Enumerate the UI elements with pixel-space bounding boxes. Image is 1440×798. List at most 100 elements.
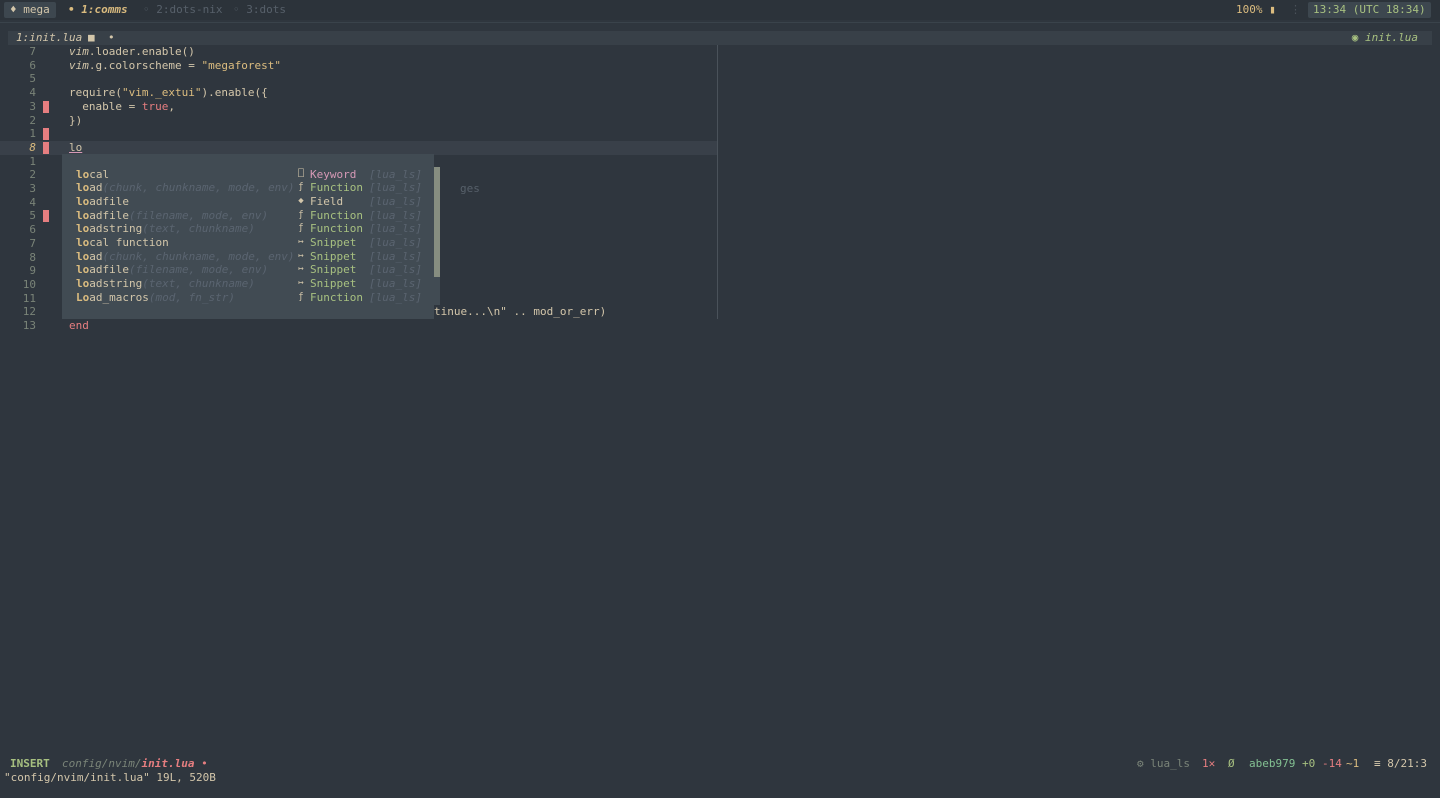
completion-rest: cal function	[89, 236, 169, 249]
code-string: "megaforest"	[201, 58, 281, 72]
code-line-current[interactable]: lo	[0, 141, 717, 155]
completion-kind: Function	[310, 222, 363, 236]
tmux-window-2[interactable]: ◦ 2:dots-nix	[143, 2, 222, 18]
line-number: 5	[29, 209, 36, 223]
completion-source: [lua_ls]	[369, 181, 422, 195]
line-number: 12	[22, 305, 36, 319]
modified-icon: ■	[88, 31, 95, 44]
code-line-4[interactable]: require("vim._extui").enable({	[0, 86, 717, 100]
completion-kind: Field	[310, 194, 344, 208]
completion-item[interactable]: loadstring(text, chunkname) ↦ Snippet [lua_…	[62, 277, 434, 291]
completion-item[interactable]: local function ↦ Snippet [lua_ls]	[62, 236, 434, 250]
line-number: 3	[29, 182, 36, 195]
completion-rest: adstring	[89, 277, 143, 291]
completion-label: local	[76, 168, 109, 182]
completion-source: [lua_ls]	[369, 277, 422, 291]
battery-indicator: 100% ▮	[1236, 3, 1276, 16]
completion-label: local function	[76, 236, 169, 250]
completion-match: lo	[76, 167, 90, 181]
git-branch[interactable]: abeb979	[1249, 757, 1295, 771]
completion-label: load(chunk, chunkname, mode, env)	[76, 250, 295, 264]
code-string: "vim._extui"	[121, 86, 202, 100]
snippet-kind-icon: ↦	[298, 278, 304, 289]
tmux-divider	[0, 22, 1440, 23]
code-fragment: tinue...\n" .. mod_or_err)	[434, 305, 607, 318]
completion-popup[interactable]: local ⎕ Keyword [lua_ls] load(chunk, chunkna…	[62, 154, 434, 319]
completion-kind: Snippet	[310, 263, 357, 277]
snippet-kind-icon: ↦	[298, 237, 304, 247]
completion-item[interactable]: loadfile(filename, mode, env) ƒ Function [l…	[62, 209, 434, 223]
completion-rest: ad	[89, 181, 103, 195]
code-token: .g.colorscheme =	[88, 58, 202, 72]
vertical-split-divider[interactable]	[717, 45, 718, 319]
completion-source: [lua_ls]	[369, 208, 422, 222]
code-token: ).enable({	[201, 86, 268, 100]
code-line-5[interactable]: enable = true,	[0, 100, 717, 114]
completion-kind: Snippet	[310, 249, 357, 263]
completion-item[interactable]: loadfile(filename, mode, env) ↦ Snippet [lu…	[62, 263, 434, 277]
completion-label: loadfile	[76, 195, 129, 209]
command-line[interactable]: "config/nvim/init.lua" 19L, 520B	[4, 771, 216, 785]
completion-rest: adfile	[89, 194, 129, 208]
completion-rest: ad	[89, 249, 103, 263]
completion-label: loadstring(text, chunkname)	[76, 222, 255, 236]
completion-kind: Function	[310, 208, 363, 222]
code-keyword: end	[69, 319, 89, 333]
completion-item[interactable]: load(chunk, chunkname, mode, env) ↦ Snippe…	[62, 250, 434, 264]
completion-match: lo	[76, 249, 90, 263]
tmux-window-3[interactable]: ◦ 3:dots	[233, 2, 286, 18]
completion-match: lo	[76, 222, 90, 236]
line-number: 1	[29, 154, 36, 168]
winbar-title[interactable]: 1:init.lua	[16, 31, 82, 45]
cursor-position: ≡ 8/21:3	[1374, 757, 1427, 770]
diagnostics-count[interactable]: 1✕	[1202, 757, 1215, 771]
tmux-clock: 13:34 (UTC 18:34)	[1308, 2, 1431, 18]
winbar-filename[interactable]: ◉ init.lua	[1352, 31, 1418, 45]
completion-item[interactable]: loadstring(text, chunkname) ƒ Function [lua…	[62, 222, 434, 236]
completion-item[interactable]: Load_macros(mod, fn_str) ƒ Function [lua_ls…	[62, 291, 434, 305]
file-path-name: init.lua	[141, 757, 195, 770]
completion-detail: (filename, mode, env)	[129, 263, 269, 277]
completion-detail: (filename, mode, env)	[129, 208, 269, 222]
completion-source: [lua_ls]	[369, 249, 422, 263]
completion-rest: adstring	[89, 222, 143, 236]
typed-text: lo	[69, 140, 83, 154]
lsp-status[interactable]: ⚙ lua_ls	[1137, 757, 1190, 771]
code-line-2[interactable]: vim.g.colorscheme = "megaforest"	[0, 59, 717, 73]
completion-source: [lua_ls]	[369, 236, 422, 249]
code-token: enable =	[69, 99, 142, 113]
completion-detail: (mod, fn_str)	[148, 290, 235, 304]
winbar: 1:init.lua ■ • ◉ init.lua	[8, 31, 1432, 45]
completion-item[interactable]: local ⎕ Keyword [lua_ls]	[62, 168, 434, 182]
completion-kind: Function	[310, 181, 363, 195]
line-number: 6	[29, 223, 36, 237]
line-number: 9	[29, 264, 36, 278]
winbar-dot: •	[108, 31, 115, 44]
field-kind-icon: ◆	[298, 195, 304, 206]
completion-kind: Function	[310, 290, 363, 304]
function-kind-icon: ƒ	[298, 223, 304, 234]
code-line-6[interactable]: })	[0, 114, 717, 128]
completion-rest: adfile	[89, 208, 129, 222]
completion-item[interactable]: loadfile ◆ Field [lua_ls]	[62, 195, 434, 209]
completion-source: [lua_ls]	[369, 222, 422, 236]
tmux-window-1[interactable]: • 1:comms	[68, 2, 128, 18]
completion-scrollbar-thumb[interactable]	[434, 167, 440, 277]
gutter-row: 5	[0, 72, 717, 86]
line-number: 11	[22, 291, 36, 305]
tmux-session[interactable]: ♦ mega	[4, 2, 56, 18]
completion-rest: ad_macros	[89, 290, 149, 304]
code-line-1[interactable]: vim.loader.enable()	[0, 45, 717, 59]
keyword-kind-icon: ⎕	[298, 168, 304, 179]
completion-detail: (chunk, chunkname, mode, env)	[102, 181, 295, 195]
code-token: })	[69, 113, 83, 127]
git-change-sign	[43, 128, 49, 141]
completion-item[interactable]: load(chunk, chunkname, mode, env) ƒ Functi…	[62, 181, 434, 195]
completion-label: loadstring(text, chunkname)	[76, 277, 255, 291]
completion-rest: adfile	[89, 263, 129, 277]
completion-label: Load_macros(mod, fn_str)	[76, 291, 235, 305]
code-line-end[interactable]: end	[0, 319, 717, 333]
git-removed: -14	[1322, 757, 1342, 770]
line-number: 4	[29, 195, 36, 209]
completion-detail: (text, chunkname)	[142, 277, 255, 291]
